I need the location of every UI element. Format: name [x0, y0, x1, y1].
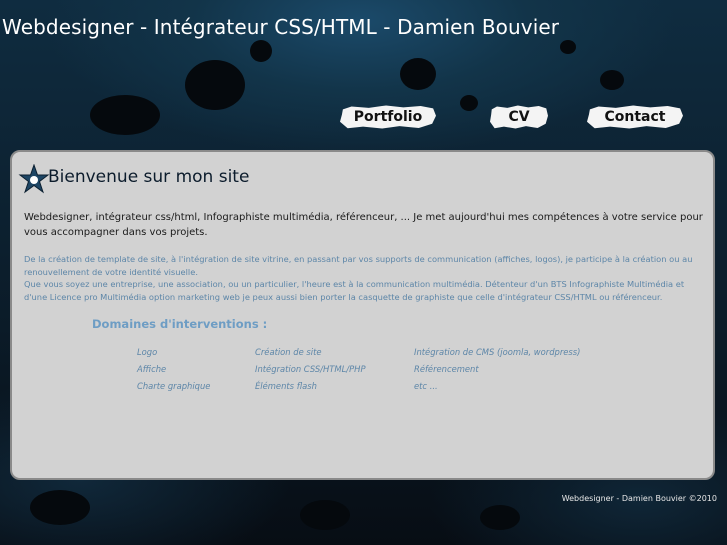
service-item: Intégration CSS/HTML/PHP — [255, 364, 366, 374]
ink-splat — [460, 95, 478, 111]
nav-portfolio-button[interactable]: Portfolio — [340, 105, 436, 129]
service-item: Référencement — [414, 364, 479, 374]
service-item: etc ... — [414, 381, 438, 391]
nav-cv-button[interactable]: CV — [490, 105, 548, 129]
ink-splat — [90, 95, 160, 135]
service-item: Intégration de CMS (joomla, wordpress) — [414, 347, 581, 357]
page-heading: Bienvenue sur mon site — [48, 167, 250, 187]
star-icon — [18, 164, 50, 194]
service-item: Affiche — [137, 364, 167, 374]
service-item: Création de site — [255, 347, 322, 357]
service-item: Charte graphique — [137, 381, 211, 391]
service-item: Logo — [137, 347, 158, 357]
site-title: Webdesigner - Intégrateur CSS/HTML - Dam… — [2, 15, 560, 39]
description-paragraph: Que vous soyez une entreprise, une assoc… — [24, 279, 685, 302]
content-panel: Bienvenue sur mon site Webdesigner, inté… — [10, 150, 715, 480]
nav-contact-button[interactable]: Contact — [587, 105, 683, 129]
description-paragraph: De la création de template de site, à l'… — [24, 254, 693, 277]
ink-splat — [250, 40, 272, 62]
ink-splat — [185, 60, 245, 110]
description-text: De la création de template de site, à l'… — [24, 253, 706, 303]
ink-splat — [560, 40, 576, 54]
ink-splat — [300, 500, 350, 530]
footer-copyright: Webdesigner - Damien Bouvier ©2010 — [561, 494, 717, 503]
domains-title: Domaines d'interventions : — [92, 317, 268, 331]
ink-splat — [400, 58, 436, 90]
ink-splat — [600, 70, 624, 90]
ink-splat — [480, 505, 520, 530]
service-item: Éléments flash — [255, 381, 317, 391]
ink-splat — [30, 490, 90, 525]
intro-text: Webdesigner, intégrateur css/html, Infog… — [24, 212, 703, 238]
